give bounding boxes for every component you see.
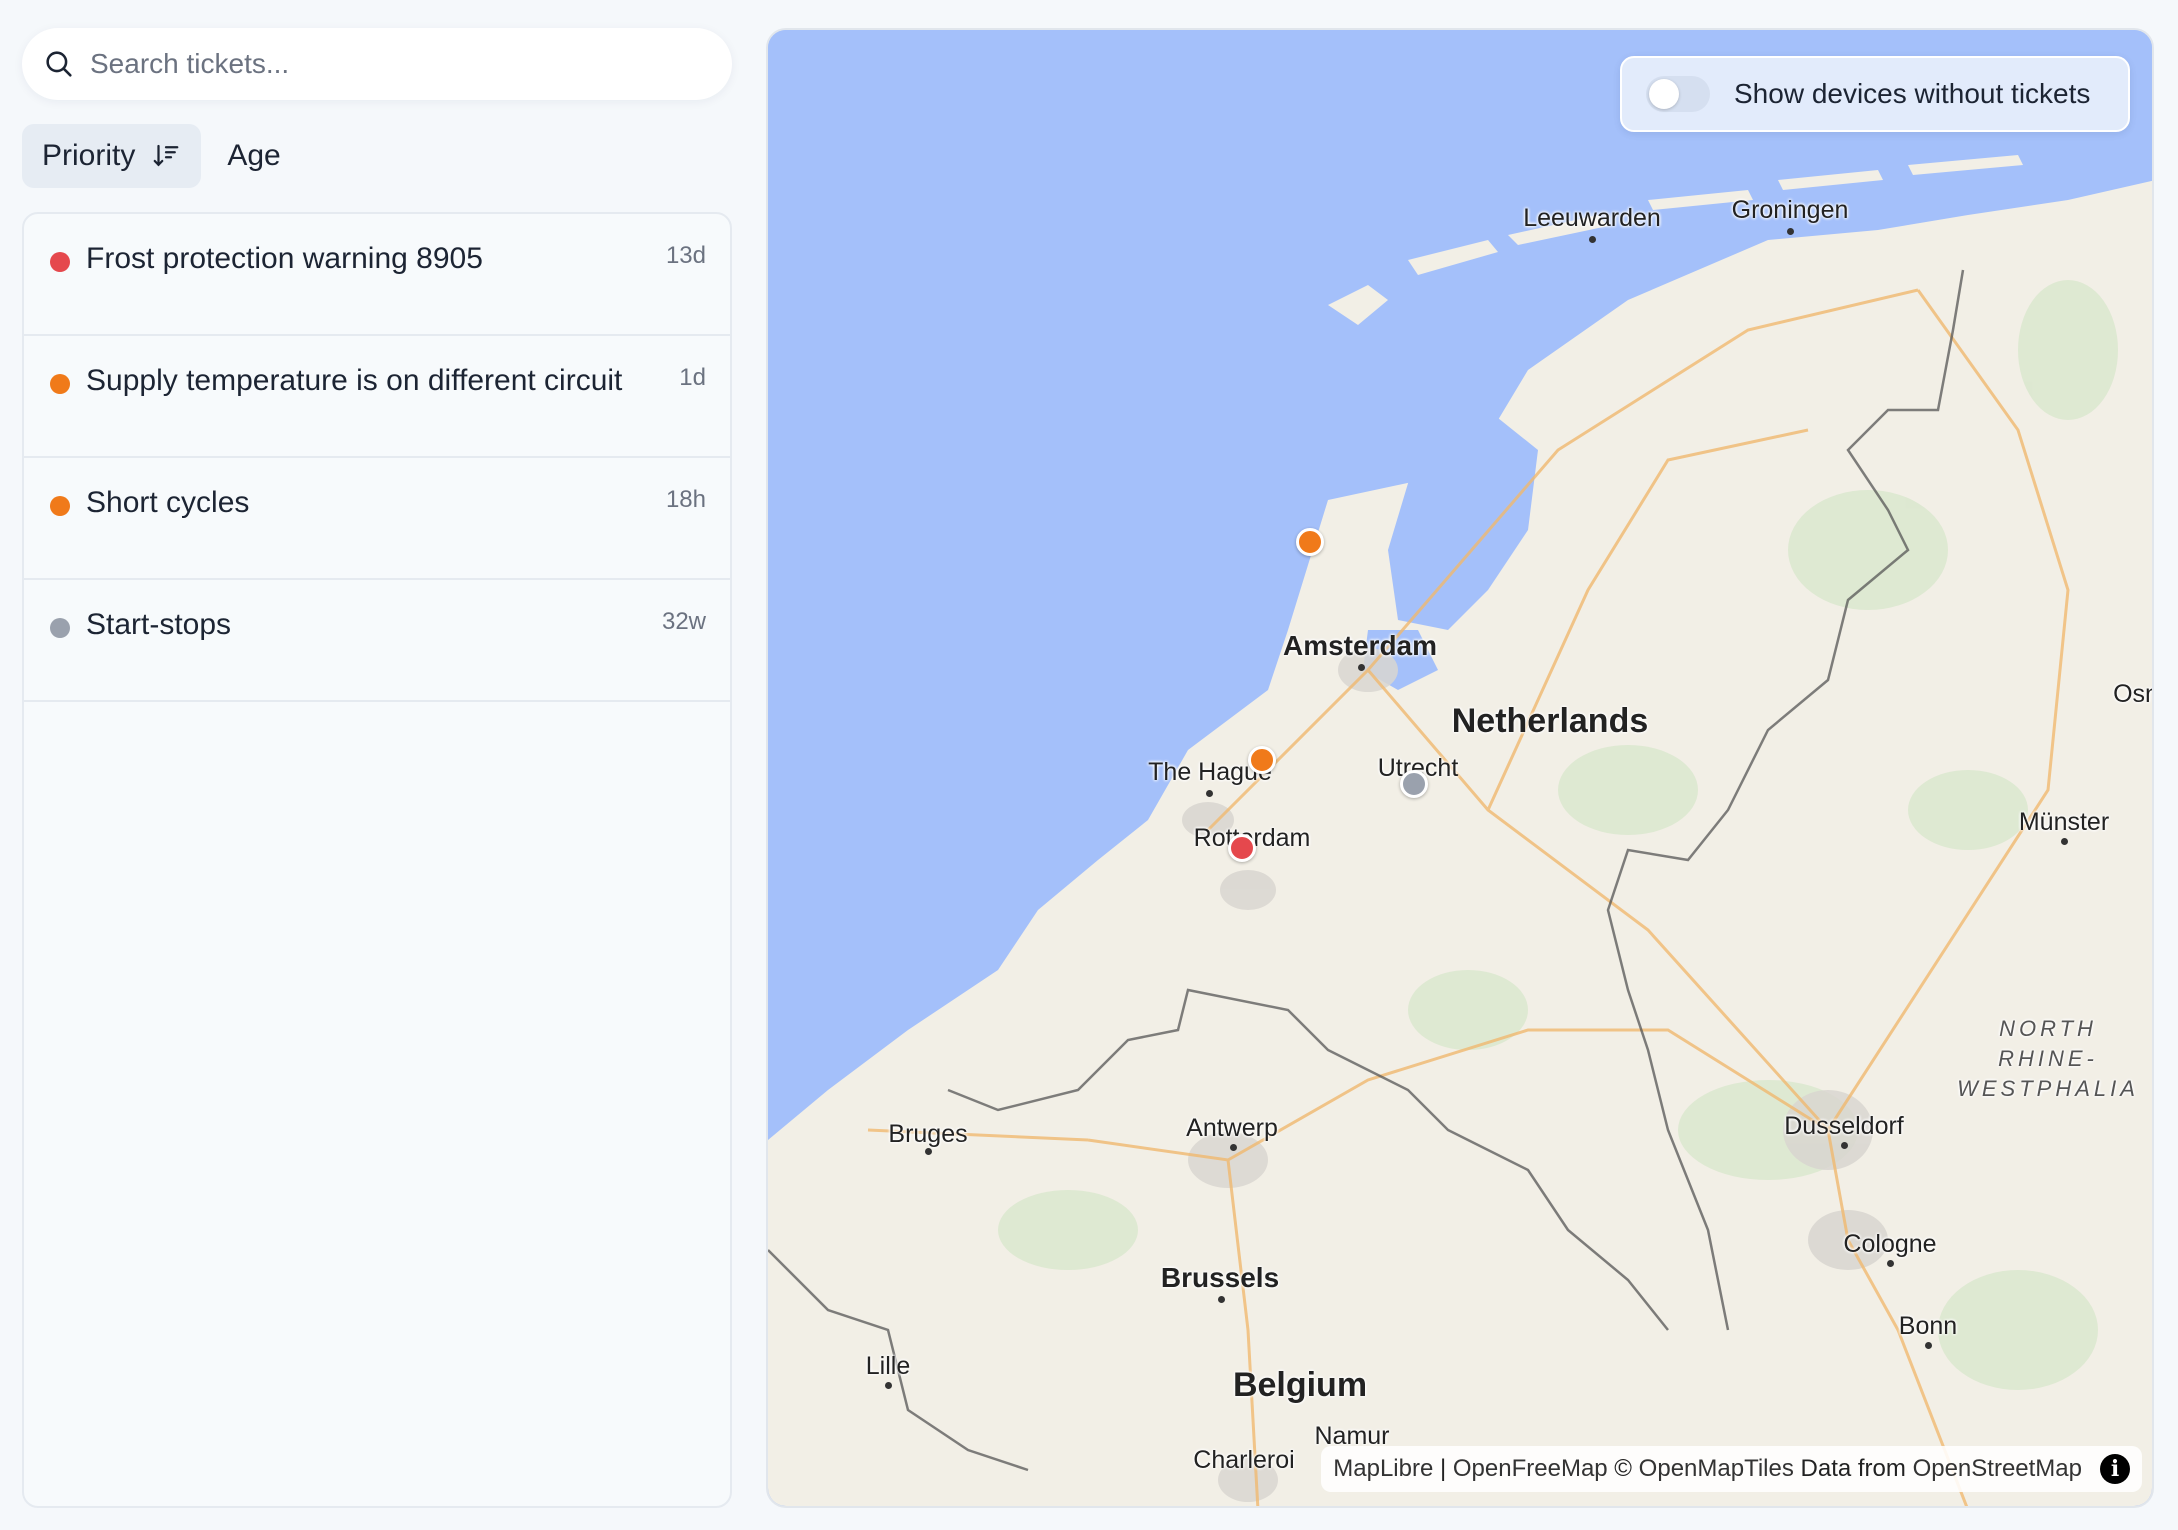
city-dot bbox=[1206, 790, 1213, 797]
ticket-list: Frost protection warning 8905 13d Supply… bbox=[22, 212, 732, 1508]
map-label-belgium: Belgium bbox=[1232, 1366, 1368, 1404]
city-dot bbox=[1230, 1144, 1237, 1151]
map-base-layer[interactable] bbox=[768, 30, 2154, 1508]
city-dot bbox=[1841, 1142, 1848, 1149]
priority-dot bbox=[50, 374, 70, 394]
map-label-bonn: Bonn bbox=[1898, 1312, 1958, 1340]
ticket-title: Supply temperature is on different circu… bbox=[86, 364, 623, 397]
map-label-charleroi: Charleroi bbox=[1193, 1446, 1295, 1474]
city-dot bbox=[1787, 228, 1794, 235]
sort-age-button[interactable]: Age bbox=[207, 124, 300, 188]
map-label-bruges: Bruges bbox=[888, 1120, 968, 1148]
map-label-nrw: NORTH RHINE- WESTPHALIA bbox=[1957, 1016, 2139, 1101]
info-icon[interactable]: i bbox=[2100, 1454, 2130, 1484]
map-label-munster: Münster bbox=[2018, 808, 2110, 836]
ticket-title: Short cycles bbox=[86, 486, 250, 519]
map-label-brussels: Brussels bbox=[1160, 1262, 1280, 1293]
search-input[interactable] bbox=[90, 48, 690, 80]
map-label-amsterdam: Amsterdam bbox=[1282, 630, 1438, 661]
ticket-row[interactable]: Supply temperature is on different circu… bbox=[24, 336, 730, 458]
show-devices-toggle[interactable] bbox=[1646, 76, 1710, 112]
attribution-separator: | bbox=[1433, 1455, 1453, 1482]
search-icon bbox=[46, 51, 72, 77]
map-label-cologne: Cologne bbox=[1843, 1230, 1937, 1258]
map-attribution: MapLibre | OpenFreeMap © OpenMapTiles Da… bbox=[1321, 1446, 2142, 1492]
sort-priority-button[interactable]: Priority bbox=[22, 124, 202, 188]
ticket-age: 1d bbox=[679, 364, 706, 391]
priority-dot bbox=[50, 496, 70, 516]
device-marker[interactable] bbox=[1400, 770, 1428, 798]
map-label-netherlands: Netherlands bbox=[1451, 702, 1649, 740]
search-bar[interactable] bbox=[22, 28, 732, 100]
map-label-dusseldorf: Dusseldorf bbox=[1784, 1112, 1904, 1140]
map-view[interactable]: Leeuwarden Groningen Amsterdam Netherlan… bbox=[766, 28, 2154, 1508]
sort-options: Priority Age bbox=[22, 124, 301, 188]
toggle-knob bbox=[1649, 79, 1679, 109]
openfreemap-link[interactable]: OpenFreeMap bbox=[1453, 1455, 1608, 1483]
map-label-leeuwarden: Leeuwarden bbox=[1523, 204, 1661, 232]
ticket-age: 32w bbox=[661, 608, 706, 635]
show-devices-toggle-card: Show devices without tickets bbox=[1620, 56, 2130, 132]
city-dot bbox=[885, 1382, 892, 1389]
maplibre-link[interactable]: MapLibre bbox=[1333, 1455, 1433, 1483]
sort-descending-icon bbox=[153, 144, 179, 167]
map-label-osn: Osn bbox=[2113, 680, 2152, 708]
openmaptiles-link[interactable]: OpenMapTiles bbox=[1639, 1455, 1794, 1483]
device-marker[interactable] bbox=[1228, 834, 1256, 862]
map-label-antwerp: Antwerp bbox=[1186, 1114, 1278, 1142]
map-label-groningen: Groningen bbox=[1731, 196, 1849, 224]
city-dot bbox=[1925, 1342, 1932, 1349]
city-dot bbox=[925, 1148, 932, 1155]
priority-dot bbox=[50, 618, 70, 638]
city-dot bbox=[1887, 1260, 1894, 1267]
attribution-copyright: © bbox=[1607, 1455, 1639, 1482]
device-marker[interactable] bbox=[1248, 746, 1276, 774]
ticket-title: Frost protection warning 8905 bbox=[86, 242, 483, 275]
priority-dot bbox=[50, 252, 70, 272]
ticket-age: 13d bbox=[665, 242, 706, 269]
city-dot bbox=[1358, 664, 1365, 671]
device-marker[interactable] bbox=[1296, 528, 1324, 556]
ticket-title: Start-stops bbox=[86, 608, 232, 641]
city-dot bbox=[2061, 838, 2068, 845]
openstreetmap-link[interactable]: OpenStreetMap bbox=[1913, 1455, 2082, 1483]
ticket-row[interactable]: Frost protection warning 8905 13d bbox=[24, 214, 730, 336]
city-dot bbox=[1218, 1296, 1225, 1303]
attribution-data-from: Data from bbox=[1793, 1455, 1913, 1482]
ticket-age: 18h bbox=[665, 486, 706, 513]
ticket-row[interactable]: Start-stops 32w bbox=[24, 580, 730, 702]
sort-age-label: Age bbox=[227, 139, 281, 172]
map-label-lille: Lille bbox=[865, 1352, 911, 1380]
city-dot bbox=[1589, 236, 1596, 243]
show-devices-label: Show devices without tickets bbox=[1734, 78, 2091, 109]
sort-priority-label: Priority bbox=[42, 139, 136, 172]
ticket-row[interactable]: Short cycles 18h bbox=[24, 458, 730, 580]
